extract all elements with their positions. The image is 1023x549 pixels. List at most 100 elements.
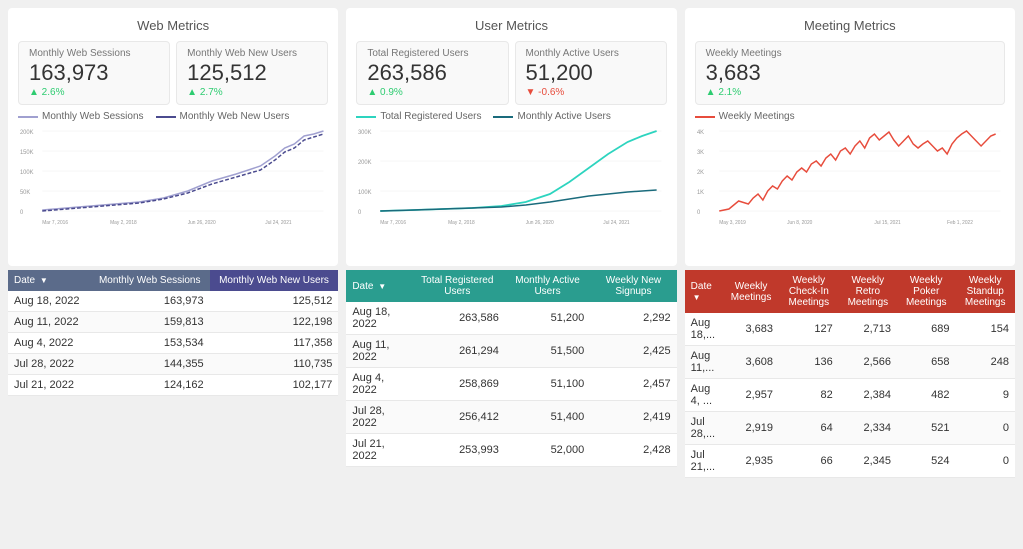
total-registered-value: 263,586 (367, 61, 497, 85)
poker-cell: 658 (897, 346, 955, 379)
sessions-legend-label: Monthly Web Sessions (42, 111, 144, 122)
user-date-cell: Aug 11, 2022 (346, 335, 409, 368)
weekly-poker-header[interactable]: Weekly Poker Meetings (897, 270, 955, 313)
web-sessions-cell: 163,973 (90, 291, 210, 312)
web-metrics-panel: Web Metrics Monthly Web Sessions 163,973… (8, 8, 338, 266)
svg-text:2K: 2K (697, 170, 704, 176)
total-reg-cell: 256,412 (410, 401, 505, 434)
monthly-active-change: ▼ -0.6% (526, 87, 656, 98)
table-row: Jul 28, 2022 144,355 110,735 (8, 354, 338, 375)
meeting-legend-weekly: Weekly Meetings (695, 111, 795, 122)
web-chart-legend: Monthly Web Sessions Monthly Web New Use… (18, 111, 328, 122)
svg-text:Jul 15, 2021: Jul 15, 2021 (874, 220, 901, 226)
active-legend-label: Monthly Active Users (517, 111, 610, 122)
weekly-checkin-header[interactable]: Weekly Check-In Meetings (779, 270, 839, 313)
user-date-header[interactable]: Date ▼ (346, 270, 409, 302)
web-date-cell: Aug 4, 2022 (8, 333, 90, 354)
svg-text:Jun 26, 2020: Jun 26, 2020 (188, 220, 216, 226)
retro-cell: 2,566 (839, 346, 897, 379)
svg-text:4K: 4K (697, 130, 704, 136)
weekly-legend-line (695, 116, 715, 118)
sessions-legend-line (18, 116, 38, 118)
svg-text:200K: 200K (20, 130, 34, 136)
table-row: Jul 28, 2022 256,412 51,400 2,419 (346, 401, 676, 434)
table-row: Aug 11, 2022 159,813 122,198 (8, 312, 338, 333)
total-registered-label: Total Registered Users (367, 48, 497, 59)
user-date-cell: Jul 28, 2022 (346, 401, 409, 434)
monthly-active-value: 51,200 (526, 61, 656, 85)
svg-text:Jun 8, 2020: Jun 8, 2020 (787, 220, 813, 226)
user-date-sort-icon: ▼ (378, 282, 386, 291)
table-row: Aug 18, 2022 163,973 125,512 (8, 291, 338, 312)
weekly-meetings-card: Weekly Meetings 3,683 ▲ 2.1% (695, 41, 1005, 105)
svg-text:Jul 24, 2021: Jul 24, 2021 (604, 220, 631, 226)
web-legend-sessions: Monthly Web Sessions (18, 111, 144, 122)
weekly-new-cell: 2,292 (590, 302, 676, 335)
web-new-users-label: Monthly Web New Users (187, 48, 317, 59)
web-chart-svg: 200K 150K 100K 50K 0 Mar 7, 2 (18, 126, 328, 226)
web-metrics-row: Monthly Web Sessions 163,973 ▲ 2.6% Mont… (18, 41, 328, 105)
table-row: Aug 11,... 3,608 136 2,566 658 248 (685, 346, 1015, 379)
meeting-date-cell: Jul 21,... (685, 445, 724, 478)
web-sessions-cell: 124,162 (90, 375, 210, 396)
svg-text:300K: 300K (358, 130, 372, 136)
meeting-metrics-row: Weekly Meetings 3,683 ▲ 2.1% (695, 41, 1005, 105)
weekly-legend-label: Weekly Meetings (719, 111, 795, 122)
web-sessions-cell: 153,534 (90, 333, 210, 354)
web-new-users-card: Monthly Web New Users 125,512 ▲ 2.7% (176, 41, 328, 105)
monthly-act-cell: 51,500 (505, 335, 590, 368)
meeting-date-header[interactable]: Date ▼ (685, 270, 724, 313)
web-new-users-header[interactable]: Monthly Web New Users (210, 270, 339, 291)
standup-cell: 248 (955, 346, 1015, 379)
web-new-users-cell: 110,735 (210, 354, 339, 375)
weekly-new-signups-header[interactable]: Weekly New Signups (590, 270, 676, 302)
total-registered-header[interactable]: Total Registered Users (410, 270, 505, 302)
svg-text:Mar 7, 2016: Mar 7, 2016 (42, 220, 68, 226)
standup-cell: 0 (955, 412, 1015, 445)
monthly-active-header[interactable]: Monthly Active Users (505, 270, 590, 302)
charts-section: Web Metrics Monthly Web Sessions 163,973… (0, 0, 1023, 270)
weekly-retro-header[interactable]: Weekly Retro Meetings (839, 270, 897, 313)
poker-cell: 689 (897, 313, 955, 346)
web-new-users-cell: 125,512 (210, 291, 339, 312)
user-chart: 300K 200K 100K 0 Mar 7, 2016 May 2, 2018… (356, 126, 666, 256)
retro-cell: 2,713 (839, 313, 897, 346)
weekly-mtg-cell: 3,683 (723, 313, 779, 346)
meeting-table-panel: Date ▼ Weekly Meetings Weekly Check-In M… (685, 270, 1015, 541)
standup-cell: 154 (955, 313, 1015, 346)
weekly-mtg-cell: 2,919 (723, 412, 779, 445)
monthly-active-label: Monthly Active Users (526, 48, 656, 59)
weekly-meetings-change: ▲ 2.1% (706, 87, 994, 98)
web-sessions-card: Monthly Web Sessions 163,973 ▲ 2.6% (18, 41, 170, 105)
web-date-header[interactable]: Date ▼ (8, 270, 90, 291)
web-legend-new-users: Monthly Web New Users (156, 111, 290, 122)
svg-text:0: 0 (20, 210, 24, 216)
user-chart-legend: Total Registered Users Monthly Active Us… (356, 111, 666, 122)
web-new-users-cell: 117,358 (210, 333, 339, 354)
new-users-legend-line (156, 116, 176, 118)
weekly-mtg-cell: 2,935 (723, 445, 779, 478)
user-metrics-row: Total Registered Users 263,586 ▲ 0.9% Mo… (356, 41, 666, 105)
svg-text:Jul 24, 2021: Jul 24, 2021 (265, 220, 292, 226)
web-panel-title: Web Metrics (18, 18, 328, 33)
weekly-meetings-header[interactable]: Weekly Meetings (723, 270, 779, 313)
svg-text:1K: 1K (697, 190, 704, 196)
web-new-users-cell: 122,198 (210, 312, 339, 333)
meeting-chart: 4K 3K 2K 1K 0 May 3, 2019 Jun 8, 2020 Ju… (695, 126, 1005, 256)
dashboard: Web Metrics Monthly Web Sessions 163,973… (0, 0, 1023, 549)
tables-section: Date ▼ Monthly Web Sessions Monthly Web … (0, 270, 1023, 549)
user-date-cell: Jul 21, 2022 (346, 434, 409, 467)
weekly-new-cell: 2,419 (590, 401, 676, 434)
total-legend-label: Total Registered Users (380, 111, 481, 122)
retro-cell: 2,384 (839, 379, 897, 412)
total-registered-change: ▲ 0.9% (367, 87, 497, 98)
svg-text:100K: 100K (358, 190, 372, 196)
weekly-standup-header[interactable]: Weekly Standup Meetings (955, 270, 1015, 313)
web-table-panel: Date ▼ Monthly Web Sessions Monthly Web … (8, 270, 338, 541)
web-sessions-cell: 144,355 (90, 354, 210, 375)
web-sessions-header[interactable]: Monthly Web Sessions (90, 270, 210, 291)
meeting-metrics-panel: Meeting Metrics Weekly Meetings 3,683 ▲ … (685, 8, 1015, 266)
svg-text:May 2, 2018: May 2, 2018 (448, 220, 475, 226)
web-date-cell: Aug 11, 2022 (8, 312, 90, 333)
checkin-cell: 82 (779, 379, 839, 412)
